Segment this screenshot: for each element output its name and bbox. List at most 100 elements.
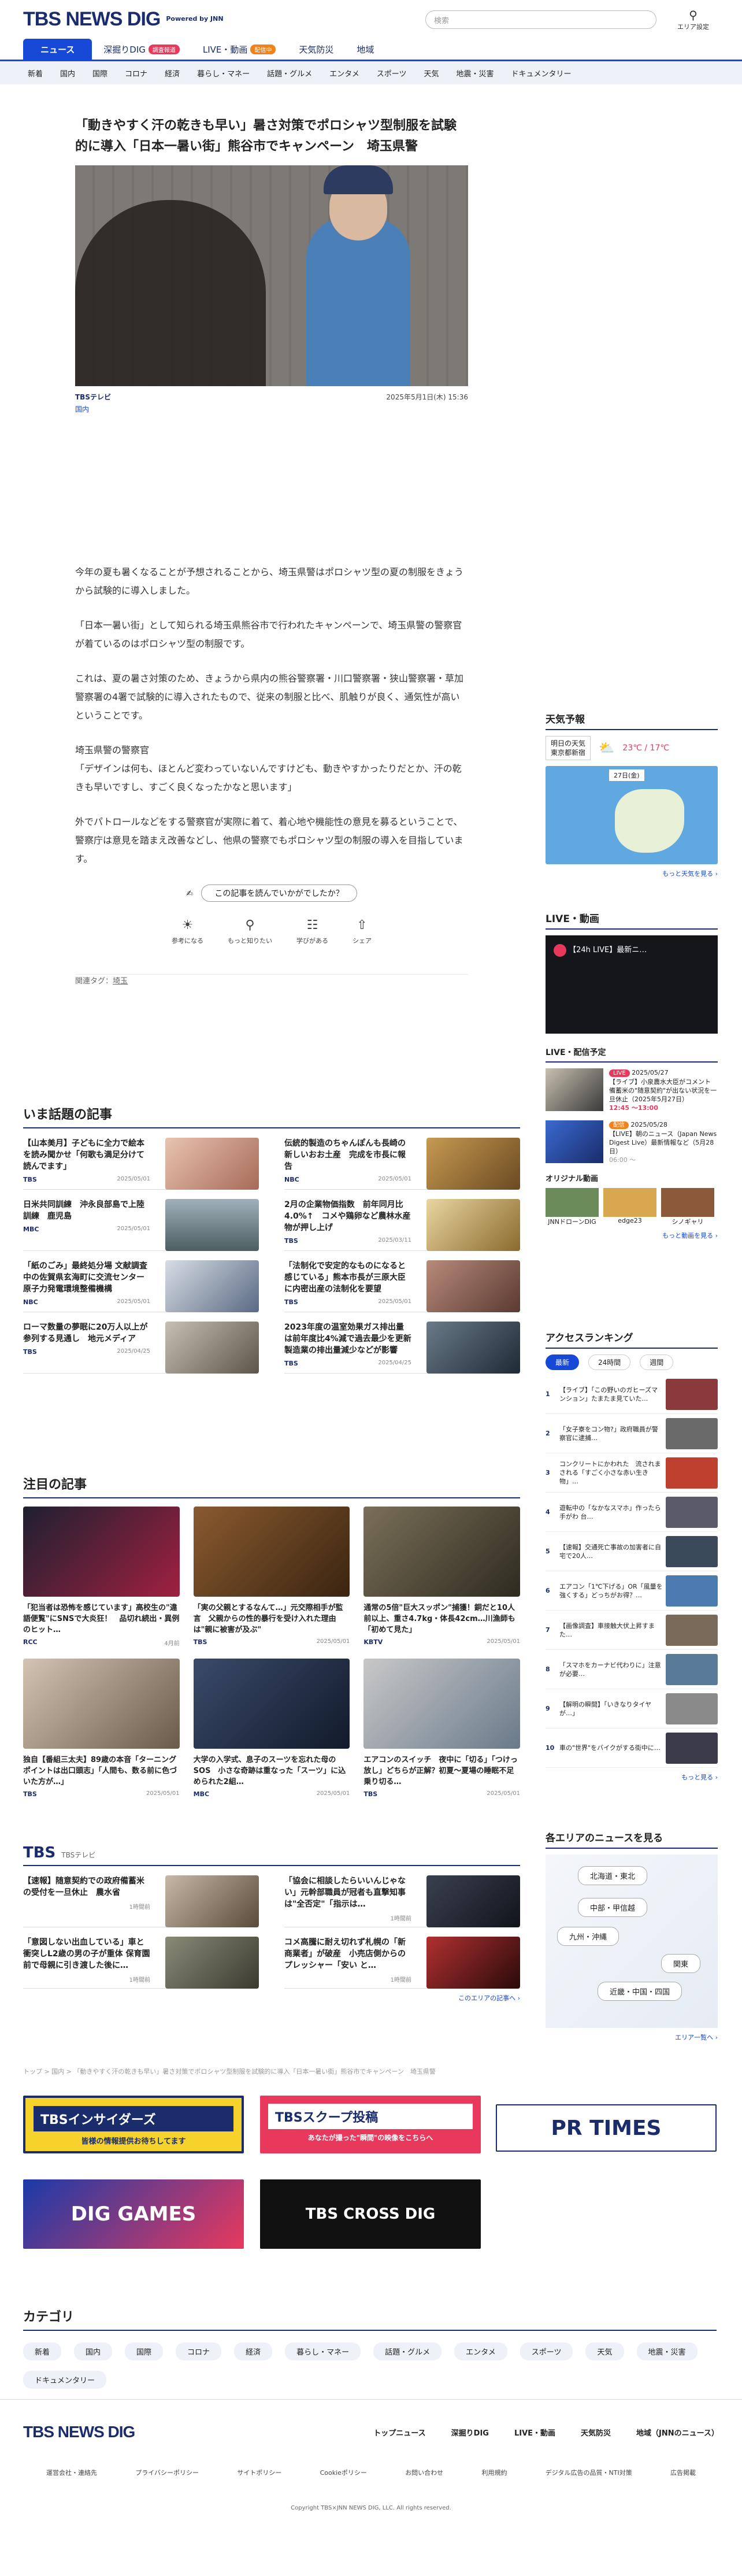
category-chip[interactable]: 暮らし・マネー <box>285 2342 361 2360</box>
tab-live[interactable]: LIVE・動画 配信中 <box>191 39 288 60</box>
rate-question[interactable]: この記事を読んでいかがでしたか？ <box>201 884 357 902</box>
banner-diggames[interactable]: DIG GAMES <box>23 2179 244 2249</box>
reaction-helpful[interactable]: ☀ 参考になる <box>172 918 203 945</box>
list-item[interactable]: 伝統的製造のちゃんぽんも長崎の新しいおお土産 完成を市長に報告 NBC 2025/0… <box>284 1128 520 1190</box>
region-button[interactable]: 中部・甲信越 <box>578 1898 648 1917</box>
category-chip[interactable]: コロナ <box>176 2342 222 2360</box>
category-chip[interactable]: ドキュメンタリー <box>23 2371 107 2389</box>
ranking-item[interactable]: 10 車の"世界"をバイクがする街中に… <box>546 1729 718 1768</box>
footer-nav-link[interactable]: トップニュース <box>373 2427 425 2438</box>
category-link[interactable]: 天気 <box>424 68 439 79</box>
footer-link[interactable]: 広告掲載 <box>670 2468 696 2477</box>
ranking-item[interactable]: 8 「スマホをカーナビ代わりに」注意が必要… <box>546 1650 718 1689</box>
more-link[interactable]: エリア一覧へ › <box>546 2033 718 2042</box>
footer-nav-link[interactable]: 深掘りDIG <box>451 2427 489 2438</box>
footer-nav-link[interactable]: LIVE・動画 <box>514 2427 555 2438</box>
original-video[interactable]: JNNドローンDIG <box>546 1188 599 1226</box>
footer-link[interactable]: サイトポリシー <box>237 2468 281 2477</box>
ranking-item[interactable]: 1 【ライブ】「この野いのガヒーズマンション」たまたま見ていた… <box>546 1375 718 1414</box>
list-item[interactable]: 2月の企業物価指数 前年同月比4.0%↑ コメや鶏卵など農林水産物が押し上げ TB… <box>284 1190 520 1251</box>
more-link[interactable]: もっと動画を見る › <box>546 1231 718 1240</box>
banner-crossdig[interactable]: TBS CROSS DIG <box>260 2179 481 2249</box>
list-item[interactable]: 「協会に相談したらいいんじゃない」元幹部職員が冠者も直撃知事は"全否定"「指示は… <box>284 1866 520 1927</box>
ranking-tab[interactable]: 24時間 <box>588 1354 631 1370</box>
list-item[interactable]: 「意図しない出血している」車と衝突しL2歳の男の子が重体 保育園前で母親に引き渡… <box>23 1927 259 1989</box>
featured-card[interactable]: 通常の5倍"巨大スッポン"捕獲！銅だと10人前以上、重さ4.7kg・体長42cm… <box>363 1507 520 1647</box>
category-link[interactable]: コロナ <box>125 68 147 79</box>
more-link[interactable]: このエリアの記事へ › <box>23 1993 520 2003</box>
category-chip[interactable]: 天気 <box>585 2342 624 2360</box>
category-link[interactable]: 話題・グルメ <box>267 68 312 79</box>
list-item[interactable]: 日米共同訓練 沖永良部島で上陸訓練 鹿児島 MBC 2025/05/01 <box>23 1190 259 1251</box>
search-input[interactable]: 検索 <box>425 10 656 29</box>
region-button[interactable]: 九州・沖縄 <box>557 1927 619 1946</box>
region-button[interactable]: 北海道・東北 <box>578 1866 648 1885</box>
category-chip[interactable]: エンタメ <box>454 2342 507 2360</box>
tab-region[interactable]: 地域 <box>345 39 385 60</box>
category-link[interactable]: ドキュメンタリー <box>511 68 572 79</box>
more-link[interactable]: もっと天気を見る › <box>546 869 718 878</box>
category-link[interactable]: 経済 <box>165 68 180 79</box>
footer-link[interactable]: プライバシーポリシー <box>135 2468 199 2477</box>
ranking-item[interactable]: 9 【解明の瞬間】「いきなりタイヤが…」 <box>546 1689 718 1729</box>
schedule-item[interactable]: LIVE 2025/05/27 【ライブ】小泉農水大臣がコメント 備蓄米の"随意契… <box>546 1068 718 1112</box>
list-item[interactable]: 「法制化で安定的なものになると感じている」熊本市長が三原大臣に内密出産の法制化を… <box>284 1251 520 1312</box>
ranking-item[interactable]: 3 コンクリートにかわれた 流されまされる「すごく小さな赤い生き物」… <box>546 1453 718 1493</box>
category-link[interactable]: 国際 <box>92 68 107 79</box>
footer-link[interactable]: デジタル広告の品質・NTI対策 <box>546 2468 632 2477</box>
footer-link[interactable]: 運営会社・連絡先 <box>46 2468 97 2477</box>
ranking-item[interactable]: 5 【速報】交通死亡事故の加害者に自宅で20人… <box>546 1532 718 1571</box>
reaction-learn[interactable]: ☷ 学びがある <box>296 918 328 945</box>
site-logo[interactable]: TBS NEWS DIG <box>23 8 161 31</box>
ranking-tab[interactable]: 週間 <box>640 1354 674 1370</box>
footer-nav-link[interactable]: 地域（JNNのニュース） <box>636 2427 719 2438</box>
ranking-item[interactable]: 2 「女子寮をコン物?」政府職員が警察官に逮捕… <box>546 1414 718 1453</box>
area-setting[interactable]: ⚲ エリア設定 <box>677 8 709 31</box>
live-player[interactable]: 【24h LIVE】最新ニ… <box>546 935 718 1034</box>
original-video[interactable]: edge23 <box>603 1188 656 1226</box>
category-chip[interactable]: 国際 <box>125 2342 164 2360</box>
ranking-item[interactable]: 7 【画像調査】車接触大伏上昇すまた… <box>546 1611 718 1650</box>
category-chip[interactable]: 経済 <box>234 2342 273 2360</box>
featured-card[interactable]: 独自【番組三太夫】89歳の本音「ターニングポイントは出口頭志」「人間も、数る前に… <box>23 1659 180 1798</box>
reaction-more[interactable]: ⚲ もっと知りたい <box>228 918 272 945</box>
footer-logo[interactable]: TBS NEWS DIG <box>23 2423 135 2441</box>
tab-deepdig[interactable]: 深掘りDIG 調査報道 <box>92 39 191 60</box>
featured-card[interactable]: 「実の父親とするなんて…」元交際相手が監言 父親からの性的暴行を受け入れた理由は… <box>193 1507 350 1647</box>
tag-link[interactable]: 埼玉 <box>113 977 128 986</box>
weather-map[interactable]: 27日(金) <box>546 766 718 864</box>
featured-card[interactable]: 大学の入学式、息子のスーツを忘れた母のSOS 小さな奇跡は重なった「スーツ」に込… <box>193 1659 350 1798</box>
footer-link[interactable]: Cookieポリシー <box>320 2468 367 2477</box>
region-button[interactable]: 近畿・中国・四国 <box>598 1982 682 2001</box>
category-chip[interactable]: 国内 <box>74 2342 113 2360</box>
ranking-tab[interactable]: 最新 <box>546 1354 580 1370</box>
category-chip[interactable]: 話題・グルメ <box>373 2342 442 2360</box>
footer-link[interactable]: 利用規約 <box>481 2468 507 2477</box>
breadcrumb[interactable]: トップ > 国内 > 「動きやすく汗の乾きも早い」暑さ対策でポロシャツ型制服を試… <box>23 2067 717 2076</box>
category-chip[interactable]: 新着 <box>23 2342 62 2360</box>
footer-nav-link[interactable]: 天気防災 <box>581 2427 611 2438</box>
category-chip[interactable]: 地震・災害 <box>636 2342 698 2360</box>
category-link[interactable]: 暮らし・マネー <box>197 68 250 79</box>
source-label[interactable]: TBSテレビ <box>75 393 111 401</box>
list-item[interactable]: 「紙のごみ」最終処分場 文献調査中の佐賀県玄海町に交流センター 原子力発電環境整… <box>23 1251 259 1312</box>
weather-location[interactable]: 東京都新宿 <box>551 748 585 757</box>
banner-insiders[interactable]: TBSインサイダーズ 皆様の情報提供お待ちしてます <box>23 2096 244 2153</box>
ranking-item[interactable]: 4 遊転中の「なかなスマホ」作ったら手がわ 台… <box>546 1493 718 1532</box>
footer-link[interactable]: お問い合わせ <box>405 2468 443 2477</box>
tab-weather[interactable]: 天気防災 <box>287 39 345 60</box>
category-link[interactable]: 地震・災害 <box>457 68 494 79</box>
category-link[interactable]: エンタメ <box>329 68 359 79</box>
featured-card[interactable]: エアコンのスイッチ 夜中に「切る」「つけっ放し」どちらが正解？初夏～夏場の睡眠不… <box>363 1659 521 1798</box>
tab-news[interactable]: ニュース <box>23 39 92 60</box>
category-link[interactable]: 新着 <box>28 68 43 79</box>
region-button[interactable]: 関東 <box>661 1954 701 1973</box>
featured-card[interactable]: 「犯当者は恐怖を感じています」高校生の"違語便覧"にSNSで大炎狂！ 品切れ続出… <box>23 1507 180 1647</box>
list-item[interactable]: 【速報】随意契約での政府備蓄米の受付を一旦休止 農水省 1時間前 <box>23 1866 259 1927</box>
article-category[interactable]: 国内 <box>75 404 468 414</box>
list-item[interactable]: 2023年度の温室効果ガス排出量は前年度比4%減で過去最少を更新 製造業の排出量… <box>284 1312 520 1374</box>
schedule-item[interactable]: 配信 2025/05/28 【LIVE】朝のニュース（Japan News Dig… <box>546 1120 718 1164</box>
ranking-item[interactable]: 6 エアコン「1℃下げる」OR「風量を強くする」どっちがお得？… <box>546 1571 718 1611</box>
more-link[interactable]: もっと見る › <box>546 1772 718 1782</box>
banner-prtimes[interactable]: PR TIMES <box>496 2104 717 2152</box>
